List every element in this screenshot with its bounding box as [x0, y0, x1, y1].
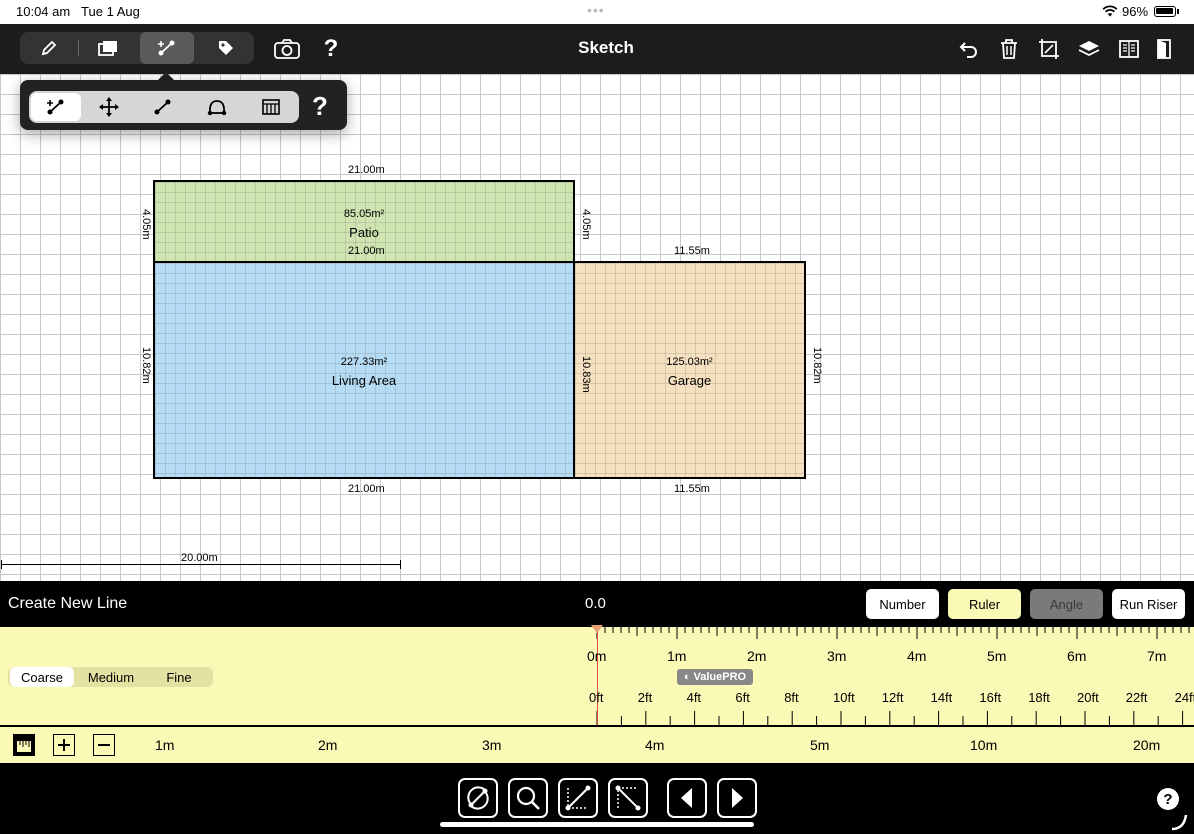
imperial-label: 6ft	[735, 690, 750, 705]
zoom-in-button[interactable]	[53, 734, 75, 756]
exit-icon[interactable]	[1152, 36, 1176, 62]
dimension-label: 21.00m	[348, 245, 385, 257]
zoom-level-20m[interactable]: 20m	[1133, 737, 1160, 753]
zoom-bar: 1m 2m 3m 4m 5m 10m 20m	[0, 727, 1194, 763]
imperial-label: 20ft	[1077, 690, 1099, 705]
battery-icon	[1154, 6, 1176, 17]
ruler-cursor[interactable]	[597, 627, 598, 727]
room-area: 125.03m²	[666, 356, 713, 368]
ruler-mode-button[interactable]: Ruler	[948, 589, 1021, 619]
dimension-label: 4.05m	[140, 209, 152, 240]
room-name: Living Area	[331, 373, 397, 388]
imperial-label: 0ft	[589, 690, 604, 705]
help-button[interactable]: ?	[306, 90, 334, 122]
imperial-label: 2ft	[637, 690, 653, 705]
multitask-dots-icon[interactable]: •••	[587, 2, 605, 18]
imperial-label: 12ft	[881, 690, 904, 705]
zoom-level-2m[interactable]: 2m	[318, 737, 337, 753]
dimension-label: 10.83m	[580, 356, 592, 393]
command-title: Create New Line	[8, 595, 128, 612]
metric-label: 2m	[747, 648, 767, 664]
imperial-label: 14ft	[930, 690, 953, 705]
room-garage[interactable]: 125.03m² Garage	[573, 261, 806, 479]
select-line-icon[interactable]	[558, 778, 598, 818]
battery-percent: 96%	[1122, 4, 1149, 19]
zoom-out-button[interactable]	[93, 734, 115, 756]
room-area: 85.05m²	[343, 208, 385, 220]
resize-corner-icon	[1171, 814, 1188, 831]
dimension-label: 10.82m	[140, 347, 152, 384]
zoom-level-3m[interactable]: 3m	[482, 737, 501, 753]
stairs-icon[interactable]	[245, 93, 297, 121]
diagonal-icon[interactable]	[608, 778, 648, 818]
undo-icon[interactable]	[956, 37, 982, 61]
imperial-label: 10ft	[833, 690, 855, 705]
metric-label: 3m	[827, 648, 847, 664]
transform-icon[interactable]	[1036, 36, 1062, 62]
imperial-label: 24ft	[1174, 690, 1194, 705]
status-bar: 10:04 am Tue 1 Aug ••• 96%	[0, 0, 1194, 24]
sketch-canvas[interactable]: 85.05m² Patio 227.33m² Living Area 125.0…	[0, 74, 1194, 581]
imperial-label: 16ft	[979, 690, 1002, 705]
metric-label: 6m	[1067, 648, 1087, 664]
room-name: Patio	[349, 225, 379, 240]
measuring-ruler[interactable]: Coarse Medium Fine ◐ ValuePRO 0m 1m 2m 3m 4m 5…	[0, 625, 1194, 727]
room-area: 227.33m²	[340, 356, 388, 368]
zoom-level-10m[interactable]: 10m	[970, 737, 997, 753]
cursor-marker-icon	[591, 625, 603, 633]
number-mode-button[interactable]: Number	[866, 589, 939, 619]
length-value: 0.0	[585, 595, 606, 612]
rotate-icon[interactable]	[458, 778, 498, 818]
imperial-label: 8ft	[784, 690, 799, 705]
trash-icon[interactable]	[996, 36, 1022, 62]
dimension-label: 4.05m	[580, 209, 592, 240]
wifi-icon	[1102, 5, 1118, 17]
line-tools-segment	[29, 91, 299, 123]
split-line-icon[interactable]	[137, 93, 189, 121]
metric-label: 4m	[907, 648, 927, 664]
metric-label: 1m	[667, 648, 687, 664]
layers-icon[interactable]	[1076, 36, 1102, 62]
report-icon[interactable]	[1116, 36, 1142, 62]
dimension-label: 21.00m	[348, 164, 385, 176]
top-toolbar: ? Sketch	[0, 24, 1194, 74]
dimension-label: 11.55m	[674, 483, 710, 495]
scale-bar-label: 20.00m	[181, 552, 218, 564]
dimension-label: 10.82m	[811, 347, 823, 384]
status-time: 10:04 am Tue 1 Aug	[16, 4, 140, 19]
room-name: Garage	[667, 373, 712, 388]
move-icon[interactable]	[83, 93, 135, 121]
previous-icon[interactable]	[667, 778, 707, 818]
home-indicator[interactable]	[440, 822, 754, 827]
imperial-label: 22ft	[1125, 690, 1148, 705]
zoom-icon[interactable]	[508, 778, 548, 818]
room-living-area[interactable]: 227.33m² Living Area	[153, 261, 575, 479]
run-riser-mode-button[interactable]: Run Riser	[1112, 589, 1185, 619]
scale-bar	[1, 564, 401, 565]
line-tools-popover: ?	[20, 80, 347, 130]
line-draw-icon[interactable]	[31, 93, 81, 121]
next-icon[interactable]	[717, 778, 757, 818]
angle-mode-button[interactable]: Angle	[1030, 589, 1103, 619]
zoom-level-5m[interactable]: 5m	[810, 737, 829, 753]
zoom-level-4m[interactable]: 4m	[645, 737, 664, 753]
metric-label: 5m	[987, 648, 1007, 664]
help-button[interactable]: ?	[1157, 788, 1179, 810]
curve-icon[interactable]	[191, 93, 243, 121]
zoom-level-1m[interactable]: 1m	[155, 737, 174, 753]
command-bar: Create New Line 0.0 Number Ruler Angle R…	[0, 581, 1194, 627]
imperial-label: 18ft	[1028, 690, 1050, 705]
bottom-toolbar: ?	[0, 763, 1194, 834]
metric-label: 0m	[587, 648, 607, 664]
brand-logo: ◐ ValuePRO	[677, 669, 753, 685]
ruler-toggle-icon[interactable]	[13, 734, 35, 756]
dimension-label: 11.55m	[674, 245, 710, 257]
imperial-label: 4ft	[686, 690, 702, 705]
metric-label: 7m	[1147, 648, 1167, 664]
dimension-label: 21.00m	[348, 483, 385, 495]
